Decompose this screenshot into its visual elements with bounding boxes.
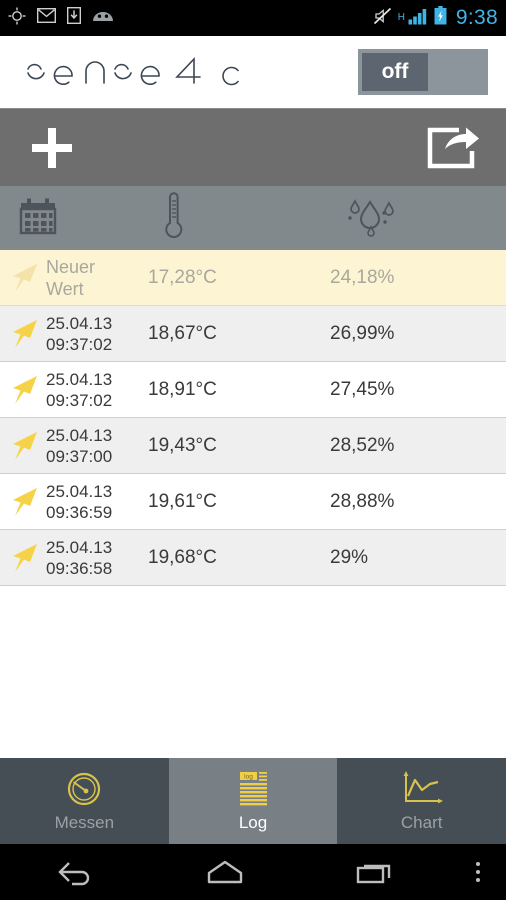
log-cell-date: 25.04.13 09:36:59 [46, 481, 148, 523]
table-row[interactable]: 25.04.13 09:36:59 19,61°C 28,88% [0, 474, 506, 530]
signal-bars-icon [408, 7, 428, 30]
log-date-line2: 09:36:58 [46, 558, 113, 578]
reading-arrow-icon [0, 261, 46, 295]
log-cell-temperature: 19,61°C [148, 490, 217, 512]
log-cell-temperature: 18,67°C [148, 322, 217, 344]
log-cell-temperature: 19,68°C [148, 546, 217, 568]
column-header-temperature [148, 191, 330, 246]
android-robot-icon [92, 9, 114, 28]
gauge-icon [63, 769, 105, 809]
thermometer-icon [160, 191, 186, 245]
log-cell-temperature: 17,28°C [148, 266, 217, 288]
reading-arrow-icon [0, 541, 46, 575]
log-cell-date: 25.04.13 09:37:02 [46, 313, 148, 355]
log-cell-humidity: 29% [330, 546, 369, 568]
table-column-header [0, 186, 506, 250]
log-cell-date: Neuer Wert [46, 256, 148, 300]
network-type-label: H [397, 12, 405, 23]
log-date-line2: 09:37:02 [46, 390, 113, 410]
tab-label-log: Log [238, 813, 268, 832]
log-cell-date: 25.04.13 09:37:00 [46, 425, 148, 467]
log-date-line1: 25.04.13 [46, 425, 113, 445]
log-date-line2: 09:37:00 [46, 446, 113, 466]
android-nav-bar [0, 844, 506, 900]
table-row[interactable]: 25.04.13 09:37:00 19,43°C 28,52% [0, 418, 506, 474]
tab-label-chart: Chart [400, 813, 443, 832]
log-date-line2: Wert [46, 278, 84, 299]
log-list[interactable]: Neuer Wert 17,28°C 24,18% 25.04.13 09:37… [0, 250, 506, 586]
log-date-line1: 25.04.13 [46, 313, 113, 333]
reading-arrow-icon [0, 373, 46, 407]
mute-icon [373, 7, 392, 30]
nav-overflow-menu-button[interactable] [450, 858, 506, 886]
table-row[interactable]: 25.04.13 09:36:58 19,68°C 29% [0, 530, 506, 586]
tab-label-messen: Messen [54, 813, 115, 832]
tab-log[interactable]: log Log [168, 758, 338, 844]
log-date-line2: 09:36:59 [46, 502, 113, 522]
bottom-tab-bar: Messen log Log Chart [0, 758, 506, 844]
log-cell-date: 25.04.13 09:36:58 [46, 537, 148, 579]
status-bar-clock: 9:38 [455, 6, 498, 29]
nav-recents-button[interactable] [300, 858, 450, 886]
tab-chart[interactable]: Chart [337, 758, 506, 844]
nav-home-button[interactable] [150, 858, 300, 886]
app-logo [22, 47, 258, 98]
log-date-line1: 25.04.13 [46, 481, 113, 501]
log-date-line1: Neuer [46, 256, 96, 277]
app-screen: H 9:38 off Neuer Wert 17,28°C 24,18% 25.… [0, 0, 506, 900]
app-header: off [0, 36, 506, 108]
log-cell-temperature: 19,43°C [148, 434, 217, 456]
reading-arrow-icon [0, 485, 46, 519]
location-icon [8, 7, 26, 30]
log-cell-humidity: 27,45% [330, 378, 395, 400]
download-icon [66, 6, 82, 29]
log-date-line2: 09:37:02 [46, 334, 113, 354]
log-document-icon: log [233, 769, 273, 809]
action-bar [0, 108, 506, 186]
log-cell-date: 25.04.13 09:37:02 [46, 369, 148, 411]
log-date-line1: 25.04.13 [46, 537, 113, 557]
column-header-humidity [330, 192, 506, 245]
status-bar-left-icons [8, 6, 373, 30]
battery-charging-icon [434, 6, 447, 30]
nav-back-button[interactable] [0, 858, 150, 886]
reading-arrow-icon [0, 317, 46, 351]
reading-arrow-icon [0, 429, 46, 463]
line-chart-icon [399, 769, 445, 809]
humidity-droplets-icon [344, 198, 400, 244]
status-bar-right-icons: H 9:38 [373, 6, 498, 30]
log-cell-humidity: 24,18% [330, 266, 395, 288]
column-header-date [0, 197, 148, 240]
power-toggle[interactable]: off [358, 49, 488, 95]
android-status-bar: H 9:38 [0, 0, 506, 36]
log-row-pending[interactable]: Neuer Wert 17,28°C 24,18% [0, 250, 506, 306]
power-toggle-label[interactable]: off [362, 53, 428, 91]
gmail-icon [36, 7, 57, 28]
table-row[interactable]: 25.04.13 09:37:02 18,67°C 26,99% [0, 306, 506, 362]
svg-text:log: log [244, 774, 253, 781]
table-row[interactable]: 25.04.13 09:37:02 18,91°C 27,45% [0, 362, 506, 418]
log-date-line1: 25.04.13 [46, 369, 113, 389]
log-cell-humidity: 26,99% [330, 322, 395, 344]
tab-messen[interactable]: Messen [0, 758, 169, 844]
log-cell-humidity: 28,88% [330, 490, 395, 512]
calendar-icon [18, 198, 58, 239]
add-entry-button[interactable] [28, 124, 76, 172]
empty-list-area [0, 586, 506, 758]
log-cell-temperature: 18,91°C [148, 378, 217, 400]
share-export-button[interactable] [426, 127, 480, 169]
log-cell-humidity: 28,52% [330, 434, 395, 456]
